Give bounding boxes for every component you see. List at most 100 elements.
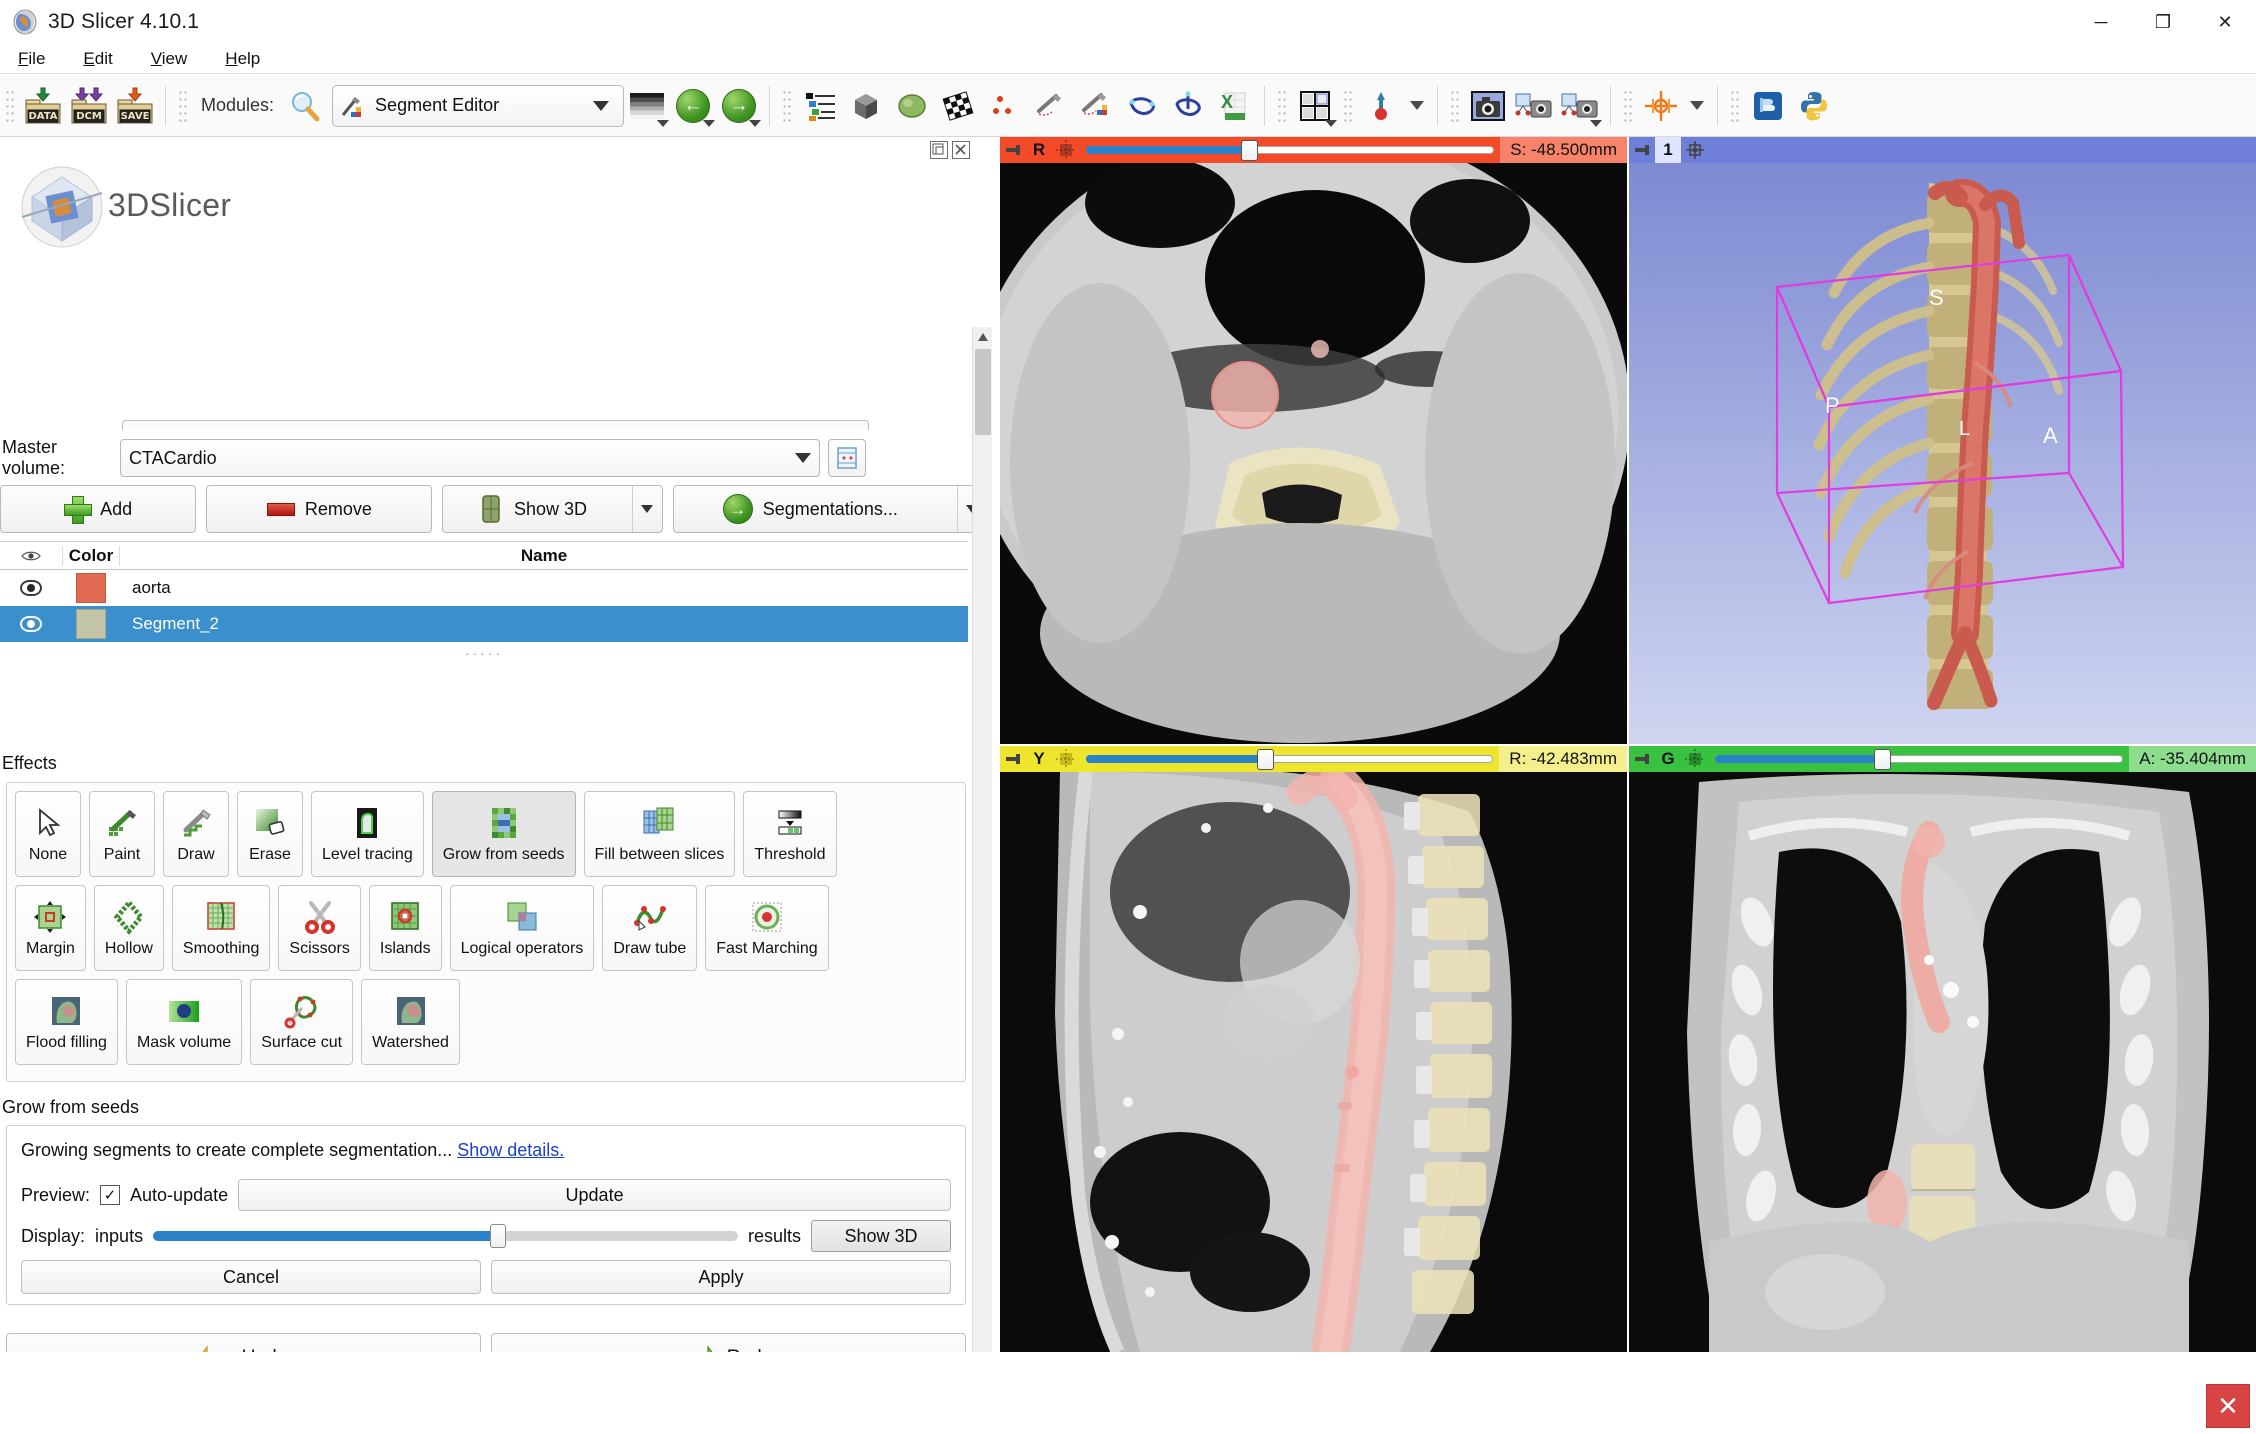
effect-draw-button[interactable]: Draw [163,791,229,877]
effect-paint-button[interactable]: Paint [89,791,155,877]
undo-button[interactable]: Undo [6,1333,481,1352]
toolbar-grip[interactable] [5,88,15,123]
module-selector[interactable]: Segment Editor [332,84,625,127]
panel-scrollbar[interactable] [972,327,992,1352]
effect-watershed-button[interactable]: Watershed [361,979,460,1065]
show-3d-preview-button[interactable]: Show 3D [811,1220,951,1252]
close-button[interactable]: ✕ [2194,0,2256,44]
menu-file[interactable]: FFileile [14,47,49,71]
markups-closedcurve-button[interactable] [1119,81,1165,131]
green-slice-image[interactable] [1629,772,2256,1352]
scroll-up-button[interactable] [973,327,993,347]
effect-erase-button[interactable]: Erase [237,791,303,877]
apply-button[interactable]: Apply [491,1260,951,1294]
chevron-down-icon[interactable] [657,119,670,127]
effect-none-button[interactable]: None [15,791,81,877]
effect-fast-marching-button[interactable]: Fast Marching [705,885,829,971]
effect-hollow-button[interactable]: Hollow [93,885,164,971]
models-button[interactable] [889,81,935,131]
markups-angle-button[interactable] [1165,81,1211,131]
crosshair-button[interactable] [1638,81,1684,131]
chevron-down-icon[interactable] [703,119,716,127]
specify-geometry-button[interactable] [828,439,866,477]
slice-visibility-icon[interactable] [1681,747,1709,771]
screenshot-button[interactable] [1465,81,1511,131]
window-level-button[interactable] [624,81,670,131]
chevron-down-icon[interactable] [1325,119,1338,127]
segment-visibility-toggle[interactable] [0,616,62,632]
scene-view-capture-button[interactable] [1511,81,1557,131]
center-3d-view-icon[interactable] [1681,138,1709,162]
yellow-slice-image[interactable] [1000,772,1627,1352]
red-slice-image[interactable] [1000,163,1627,744]
python-console-button[interactable] [1791,81,1837,131]
effect-level-tracing-button[interactable]: Level tracing [311,791,424,877]
segmentations-button[interactable]: → Segmentations... [672,485,988,533]
effect-islands-button[interactable]: Islands [368,885,442,971]
maximize-button[interactable]: ❐ [2132,0,2194,44]
menu-help[interactable]: Help [221,47,264,71]
remove-segment-button[interactable]: Remove [206,485,433,533]
table-row[interactable]: aorta [0,570,968,606]
splitter-handle[interactable]: ····· [0,645,968,661]
menu-view[interactable]: View [147,47,192,71]
slider-knob[interactable] [1874,749,1892,770]
red-slice-slider[interactable] [1080,139,1500,161]
modules-toolbar-grip[interactable] [782,88,793,123]
markups-curve-button[interactable] [1073,81,1119,131]
tables-button[interactable]: X [1211,81,1257,131]
show-details-link[interactable]: Show details. [457,1140,564,1160]
add-segment-button[interactable]: Add [0,485,197,533]
segment-visibility-toggle[interactable] [0,580,62,596]
module-toolbar-grip[interactable] [178,88,188,123]
menu-edit[interactable]: Edit [79,47,116,71]
segmentation-selector-collapsed[interactable] [122,420,869,430]
slider-knob[interactable] [1241,140,1259,161]
display-slider[interactable] [153,1224,738,1248]
green-slice-slider[interactable] [1709,748,2129,770]
load-data-button[interactable]: DATA [20,81,66,131]
markups-fiducials-button[interactable] [981,81,1027,131]
effect-fill-between-slices-button[interactable]: Fill between slices [583,791,736,877]
previous-module-button[interactable]: ← [670,81,716,131]
slice-visibility-icon[interactable] [1052,747,1080,771]
display-slider-knob[interactable] [490,1224,507,1248]
update-button[interactable]: Update [238,1179,951,1211]
master-volume-selector[interactable]: CTACardio [120,439,820,477]
extensions-toolbar-grip[interactable] [1730,88,1741,123]
yellow-slice-slider[interactable] [1080,748,1499,770]
segment-color-swatch[interactable] [62,573,120,603]
save-data-button[interactable]: SAVE [112,81,158,131]
markups-point-button[interactable] [1358,81,1404,131]
segment-color-swatch[interactable] [62,609,120,639]
chevron-down-icon[interactable] [1690,101,1705,110]
show-3d-menu-button[interactable] [631,486,662,532]
markups-line-button[interactable] [1027,81,1073,131]
slice-visibility-icon[interactable] [1052,138,1080,162]
effect-smoothing-button[interactable]: Smoothing [171,885,271,971]
auto-update-checkbox[interactable]: ✓ [100,1185,121,1205]
scrollbar-thumb[interactable] [975,349,991,435]
effect-surface-cut-button[interactable]: Surface cut [250,979,354,1065]
load-dicom-button[interactable]: DCM [66,81,112,131]
chevron-down-icon[interactable] [749,119,762,127]
effect-mask-volume-button[interactable]: Mask volume [125,979,243,1065]
cancel-button[interactable]: Cancel [21,1260,481,1294]
minimize-button[interactable]: ─ [2070,0,2132,44]
volume-rendering-button[interactable] [843,81,889,131]
redo-button[interactable]: Redo [491,1333,966,1352]
show-3d-button[interactable]: Show 3D [442,485,663,533]
slider-knob[interactable] [1257,749,1275,770]
segment-name[interactable]: aorta [120,578,968,598]
mouse-mode-grip[interactable] [1343,88,1354,123]
effect-grow-from-seeds-button[interactable]: Grow from seeds [431,791,576,877]
layout-toolbar-grip[interactable] [1277,88,1288,123]
effect-flood-filling-button[interactable]: Flood filling [15,979,118,1065]
segment-name[interactable]: Segment_2 [120,614,968,634]
next-module-button[interactable]: → [716,81,762,131]
checkerboard-button[interactable] [935,81,981,131]
crosshair-toolbar-grip[interactable] [1623,88,1634,123]
effect-logical-operators-button[interactable]: Logical operators [449,885,595,971]
subject-hierarchy-button[interactable] [797,81,843,131]
threed-render[interactable]: S P L A [1629,163,2256,744]
